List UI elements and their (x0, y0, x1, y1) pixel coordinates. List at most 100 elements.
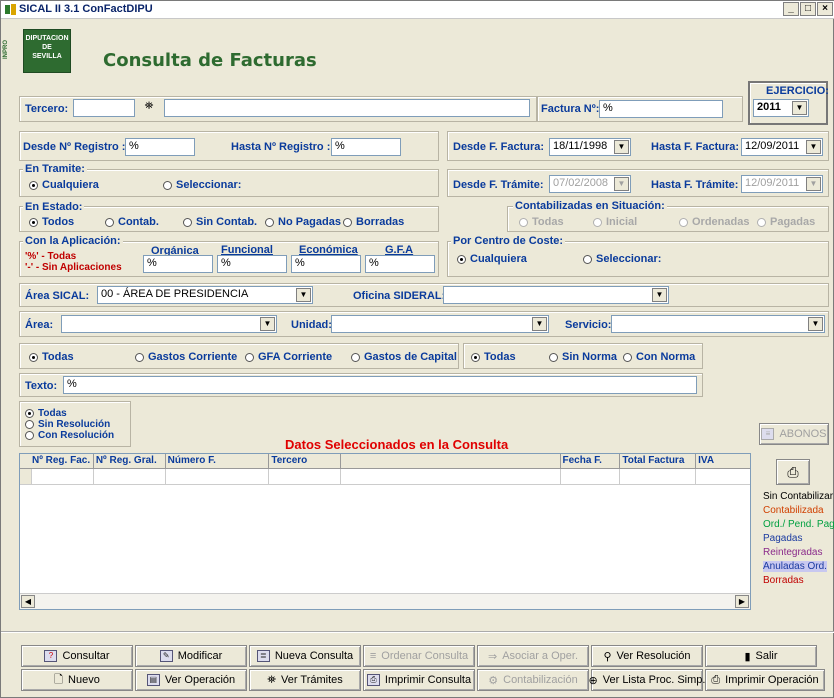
asociar-oper-button[interactable]: ⇒ Asociar a Oper. (477, 645, 589, 667)
tercero-name-input[interactable] (164, 99, 530, 117)
oficina-select[interactable]: ▼ (443, 286, 669, 304)
estado-contab-radio[interactable]: Contab. (105, 216, 159, 228)
horizontal-scrollbar[interactable]: ◀ ▶ (20, 593, 750, 609)
hasta-registro-input[interactable]: % (331, 138, 401, 156)
desde-ftramite-select[interactable]: 07/02/2008 ▼ (549, 175, 631, 193)
salir-button[interactable]: ▮ Salir (705, 645, 817, 667)
tercero-code-input[interactable] (73, 99, 135, 117)
chevron-down-icon[interactable]: ▼ (792, 101, 807, 115)
scroll-right-icon[interactable]: ▶ (735, 595, 749, 608)
grid-caption: Datos Seleccionados en la Consulta (285, 437, 509, 452)
gfa-input[interactable]: % (365, 255, 435, 273)
res-sin-radio[interactable]: Sin Resolución (25, 419, 110, 430)
gastos-capital-radio[interactable]: Gastos de Capital (351, 351, 457, 363)
res-todas-radio[interactable]: Todas (25, 408, 67, 419)
coste-cualquiera-radio[interactable]: Cualquiera (457, 253, 527, 265)
estado-todos-radio[interactable]: Todos (29, 216, 74, 228)
col-reg-fac[interactable]: Nº Reg. Fac. (20, 454, 94, 468)
minimize-button[interactable]: _ (783, 2, 799, 16)
hasta-ffactura-select[interactable]: 12/09/2011 ▼ (741, 138, 823, 156)
radio-label: Todas (42, 351, 74, 363)
gastos-todas-radio[interactable]: Todas (29, 351, 74, 363)
gastos-corriente-radio[interactable]: Gastos Corriente (135, 351, 237, 363)
coste-seleccionar-radio[interactable]: Seleccionar: (583, 253, 661, 265)
funcional-input[interactable]: % (217, 255, 287, 273)
exit-door-icon: ▮ (744, 650, 751, 663)
results-grid[interactable]: Nº Reg. Fac. Nº Reg. Gral. Número F. Ter… (19, 453, 751, 610)
chevron-down-icon[interactable]: ▼ (806, 177, 821, 191)
situacion-inicial-radio[interactable]: Inicial (593, 216, 637, 228)
tramite-seleccionar-radio[interactable]: Seleccionar: (163, 179, 241, 191)
res-con-radio[interactable]: Con Resolución (25, 430, 114, 441)
desde-registro-input[interactable]: % (125, 138, 195, 156)
area-sical-select[interactable]: 00 - ÁREA DE PRESIDENCIA ▼ (97, 286, 313, 304)
imprimir-consulta-button[interactable]: ⎙ Imprimir Consulta (363, 669, 475, 691)
radio-label: Todas (38, 408, 67, 419)
col-numero[interactable]: Número F. (166, 454, 270, 468)
row-selector[interactable] (20, 469, 32, 484)
situacion-todas-radio[interactable]: Todas (519, 216, 564, 228)
organica-input[interactable]: % (143, 255, 213, 273)
estado-sincontab-radio[interactable]: Sin Contab. (183, 216, 257, 228)
servicio-label: Servicio: (565, 319, 612, 331)
hasta-ftramite-select[interactable]: 12/09/2011 ▼ (741, 175, 823, 193)
chevron-down-icon[interactable]: ▼ (532, 317, 547, 331)
chevron-down-icon[interactable]: ▼ (260, 317, 275, 331)
radio-label: Seleccionar: (596, 253, 662, 265)
estado-nopagadas-radio[interactable]: No Pagadas (265, 216, 341, 228)
consultar-button[interactable]: ? Consultar (21, 645, 133, 667)
ver-lista-proc-button[interactable]: ⊕ Ver Lista Proc. Simp. (589, 669, 705, 691)
chevron-down-icon[interactable]: ▼ (808, 317, 823, 331)
ver-resolucion-button[interactable]: ⚲ Ver Resolución (591, 645, 703, 667)
col-fecha[interactable]: Fecha F. (561, 454, 621, 468)
con-norma-radio[interactable]: Con Norma (623, 351, 695, 363)
maximize-button[interactable]: □ (800, 2, 816, 16)
contabilizacion-button[interactable]: ⚙ Contabilización (477, 669, 589, 691)
desde-ffactura-select[interactable]: 18/11/1998 ▼ (549, 138, 631, 156)
situacion-ordenadas-radio[interactable]: Ordenadas (679, 216, 749, 228)
unidad-select[interactable]: ▼ (331, 315, 549, 333)
servicio-select[interactable]: ▼ (611, 315, 825, 333)
binoculars-icon[interactable]: ⛯ (139, 100, 159, 116)
logo-line2: DE (42, 44, 52, 51)
col-reg-gral[interactable]: Nº Reg. Gral. (94, 454, 166, 468)
economica-input[interactable]: % (291, 255, 361, 273)
estado-borradas-radio[interactable]: Borradas (343, 216, 404, 228)
ver-operacion-button[interactable]: ▤ Ver Operación (135, 669, 247, 691)
app-window: SICAL II 3.1 ConFactDIPU _ □ × DIPUTACIO… (0, 0, 834, 698)
hasta-registro-label: Hasta Nº Registro : (231, 141, 331, 153)
modificar-button[interactable]: ✎ Modificar (135, 645, 247, 667)
norma-todas-radio[interactable]: Todas (471, 351, 516, 363)
sin-norma-radio[interactable]: Sin Norma (549, 351, 617, 363)
chevron-down-icon[interactable]: ▼ (806, 140, 821, 154)
ejercicio-select[interactable]: 2011 ▼ (753, 99, 809, 117)
scroll-left-icon[interactable]: ◀ (21, 595, 35, 608)
close-button[interactable]: × (817, 2, 833, 16)
button-label: Consultar (62, 650, 110, 662)
abonos-button[interactable]: ≡ ABONOS (759, 423, 829, 445)
chevron-down-icon[interactable]: ▼ (614, 140, 629, 154)
area-select[interactable]: ▼ (61, 315, 277, 333)
chevron-down-icon[interactable]: ▼ (614, 177, 629, 191)
gfa-corriente-radio[interactable]: GFA Corriente (245, 351, 332, 363)
cell (341, 469, 561, 484)
col-iva[interactable]: IVA (696, 454, 750, 468)
nueva-consulta-button[interactable]: ≣ Nueva Consulta (249, 645, 361, 667)
ordenar-consulta-button[interactable]: ≡ Ordenar Consulta (363, 645, 475, 667)
table-row[interactable] (20, 469, 750, 485)
imprimir-operacion-button[interactable]: ⎙ Imprimir Operación (705, 669, 825, 691)
factura-input[interactable]: % (599, 100, 723, 118)
situacion-pagadas-radio[interactable]: Pagadas (757, 216, 815, 228)
tramite-cualquiera-radio[interactable]: Cualquiera (29, 179, 99, 191)
chevron-down-icon[interactable]: ▼ (652, 288, 667, 302)
print-grid-button[interactable]: ⎙ (776, 459, 810, 485)
texto-input[interactable]: % (63, 376, 697, 394)
col-tercero[interactable]: Tercero (269, 454, 342, 468)
nuevo-button[interactable]: 🗋 Nuevo (21, 669, 133, 691)
radio-dot (163, 180, 172, 190)
chevron-down-icon[interactable]: ▼ (296, 288, 311, 302)
divider (1, 631, 834, 633)
col-total[interactable]: Total Factura (620, 454, 697, 468)
ver-tramites-button[interactable]: ⛯ Ver Trámites (249, 669, 361, 691)
col-blank[interactable] (341, 454, 561, 468)
